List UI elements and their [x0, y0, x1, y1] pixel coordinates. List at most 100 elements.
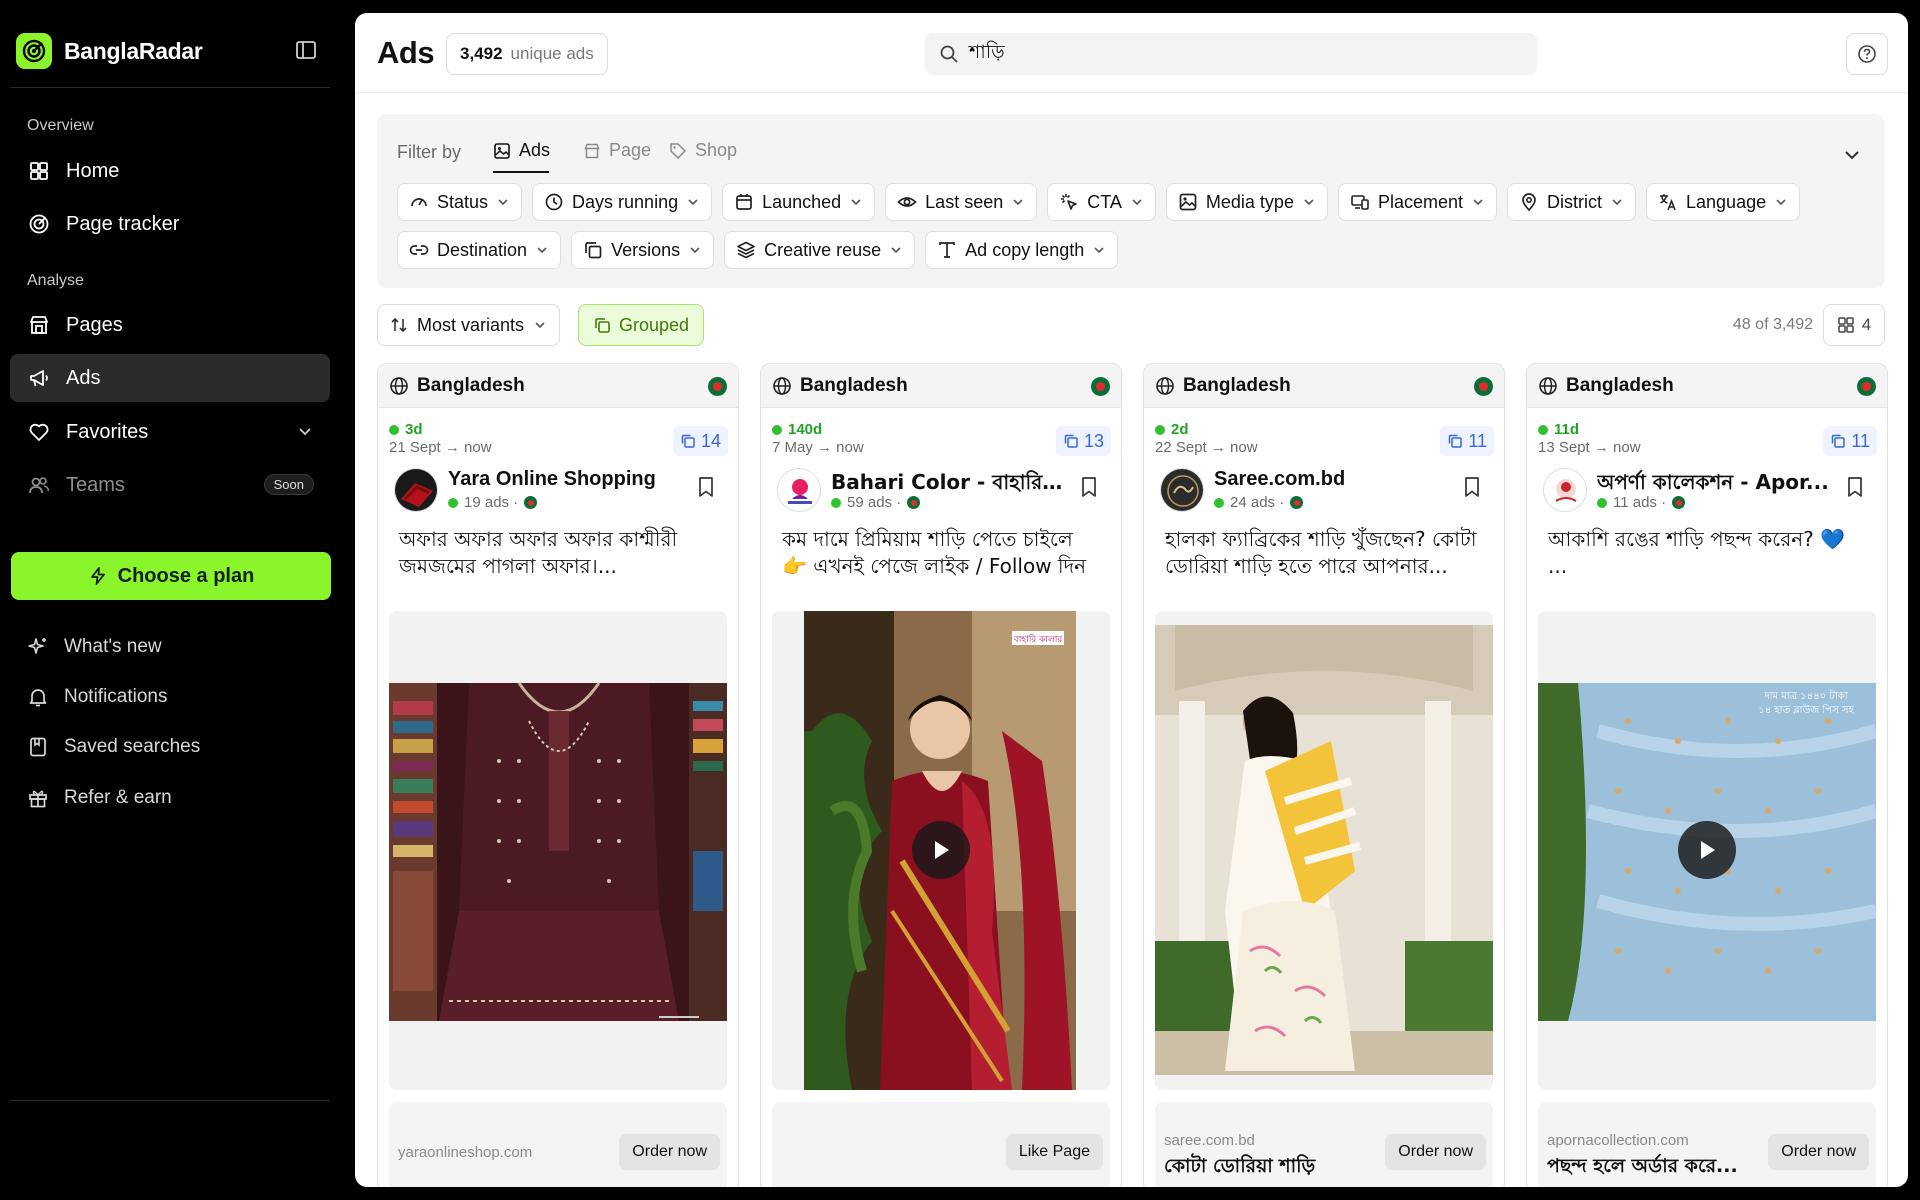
results-count: 48 of 3,492	[1732, 316, 1813, 333]
cta-headline: কোটা ডোরিয়া শাড়ি	[1164, 1155, 1316, 1177]
filter-label: Days running	[572, 191, 679, 212]
sidebar-item-notifications[interactable]: Notifications	[10, 676, 330, 718]
chevron-down-icon	[889, 243, 903, 257]
page-avatar[interactable]	[777, 468, 821, 512]
run-range: 21 Sept → now	[389, 439, 492, 456]
filter-district[interactable]: District	[1507, 183, 1637, 221]
filter-media-type[interactable]: Media type	[1165, 183, 1328, 221]
filter-days-running[interactable]: Days running	[532, 183, 713, 221]
bookmark-icon[interactable]	[696, 476, 716, 498]
ad-copy: আকাশি রঙের শাড়ি পছন্দ করেন? 💙 ...	[1548, 527, 1846, 578]
bookmark-icon[interactable]	[1079, 476, 1099, 498]
ad-card[interactable]: Bangladesh 140d 7 May → now 13 Bahari Co…	[760, 363, 1122, 1187]
globe-icon	[389, 376, 409, 396]
country-name: Bangladesh	[417, 374, 525, 396]
filter-creative-reuse[interactable]: Creative reuse	[724, 231, 916, 269]
filter-destination[interactable]: Destination	[397, 231, 562, 269]
sidebar-item-teams: Teams Soon	[10, 461, 330, 509]
column-count-select[interactable]: 4	[1823, 304, 1885, 346]
active-tab-indicator	[493, 171, 549, 173]
tab-label: Shop	[695, 140, 738, 160]
sidebar-item-label: What's new	[64, 636, 162, 657]
section-overview: Overview	[27, 117, 94, 134]
grouped-toggle[interactable]: Grouped	[578, 304, 705, 346]
sidebar-item-refer-earn[interactable]: Refer & earn	[10, 777, 330, 819]
active-dot-icon	[389, 424, 399, 435]
bookmark-icon[interactable]	[1845, 476, 1865, 498]
ad-card[interactable]: Bangladesh 11d 13 Sept → now 11 অপর্ণা ক…	[1526, 363, 1888, 1187]
variants-badge[interactable]: 14	[672, 426, 728, 456]
price-overlay-line2: ১৪ হাত ব্লাউজ পিস সহ	[1758, 703, 1854, 716]
variants-badge[interactable]: 11	[1823, 426, 1877, 456]
filter-versions[interactable]: Versions	[571, 231, 715, 269]
variants-badge[interactable]: 13	[1055, 426, 1111, 456]
page-meta: 19 ads ·	[448, 494, 538, 511]
sidebar-toggle-icon[interactable]	[294, 38, 320, 64]
search-icon	[939, 44, 959, 64]
order-now-button[interactable]: Order now	[1385, 1134, 1486, 1170]
filter-cta[interactable]: CTA	[1047, 183, 1156, 221]
play-icon[interactable]	[912, 821, 970, 879]
tab-shop[interactable]: Shop	[669, 140, 737, 161]
chevron-down-icon	[686, 195, 700, 209]
days-value: 140d	[788, 421, 823, 438]
order-now-button[interactable]: Order now	[619, 1134, 720, 1170]
chevron-down-icon	[496, 195, 510, 209]
unique-ads-count: 3,492 unique ads	[446, 33, 608, 75]
page-name[interactable]: Yara Online Shopping	[448, 468, 683, 491]
brand[interactable]: BanglaRadar	[16, 33, 203, 69]
search-input[interactable]: শাড়ি	[925, 33, 1537, 75]
sidebar-item-page-tracker[interactable]: Page tracker	[10, 200, 330, 248]
page-avatar[interactable]	[1160, 468, 1204, 512]
chevron-down-icon[interactable]	[296, 422, 314, 440]
cta-box: saree.com.bd কোটা ডোরিয়া শাড়ি Order no…	[1155, 1102, 1493, 1187]
sidebar-item-whats-new[interactable]: What's new	[10, 626, 330, 668]
ad-media-video[interactable]: বাহারি কালার	[772, 611, 1110, 1090]
variants-badge[interactable]: 11	[1440, 426, 1494, 456]
column-count: 4	[1861, 315, 1872, 334]
filter-ad-copy-length[interactable]: Ad copy length	[925, 231, 1119, 269]
filter-label: Ad copy length	[965, 239, 1085, 260]
variants-count: 11	[1851, 430, 1870, 451]
sidebar-item-pages[interactable]: Pages	[10, 301, 330, 349]
page-avatar[interactable]	[1543, 468, 1587, 512]
country-name: Bangladesh	[800, 374, 908, 396]
calendar-icon	[734, 192, 754, 212]
ad-card[interactable]: Bangladesh 2d 22 Sept → now 11 Saree.com…	[1143, 363, 1505, 1187]
ad-media-video[interactable]: দাম মাত্র ১৪৪০ টাকা ১৪ হাত ব্লাউজ পিস সহ	[1538, 611, 1876, 1090]
choose-plan-button[interactable]: Choose a plan	[11, 552, 331, 600]
page-name[interactable]: Saree.com.bd	[1214, 468, 1449, 491]
ad-media-image[interactable]	[389, 611, 727, 1090]
dress-photo	[389, 611, 727, 1090]
divider	[10, 1100, 330, 1101]
filter-language[interactable]: Language	[1646, 183, 1801, 221]
filter-last-seen[interactable]: Last seen	[885, 183, 1038, 221]
sidebar-item-home[interactable]: Home	[10, 147, 330, 195]
sidebar-item-ads[interactable]: Ads	[10, 354, 330, 402]
run-range: 13 Sept → now	[1538, 439, 1641, 456]
chevron-down-icon[interactable]	[1841, 144, 1863, 166]
sidebar-item-saved-searches[interactable]: Saved searches	[10, 726, 330, 768]
order-now-button[interactable]: Order now	[1768, 1134, 1869, 1170]
ad-card[interactable]: Bangladesh 3d 21 Sept → now 14 Yara Onli…	[377, 363, 739, 1187]
tab-ads[interactable]: Ads	[493, 140, 550, 161]
cta-box: yaraonlineshop.com Order now	[389, 1102, 727, 1187]
filter-launched[interactable]: Launched	[722, 183, 876, 221]
tab-page[interactable]: Page	[583, 140, 651, 161]
image-icon	[493, 142, 511, 160]
filter-status[interactable]: Status	[397, 183, 523, 221]
filter-label: Language	[1686, 191, 1767, 212]
like-page-button[interactable]: Like Page	[1005, 1134, 1103, 1170]
help-button[interactable]	[1846, 33, 1888, 75]
sidebar-item-favorites[interactable]: Favorites	[10, 408, 330, 456]
filter-by-label: Filter by	[397, 142, 462, 162]
bookmark-icon[interactable]	[1462, 476, 1482, 498]
play-icon[interactable]	[1678, 821, 1736, 879]
bangladesh-flag-icon	[1672, 496, 1686, 509]
filter-label: Status	[437, 191, 489, 212]
page-avatar[interactable]	[394, 468, 438, 512]
filter-placement[interactable]: Placement	[1337, 183, 1498, 221]
divider	[10, 87, 330, 88]
sort-select[interactable]: Most variants	[377, 304, 561, 346]
ad-media-image[interactable]	[1155, 611, 1493, 1090]
